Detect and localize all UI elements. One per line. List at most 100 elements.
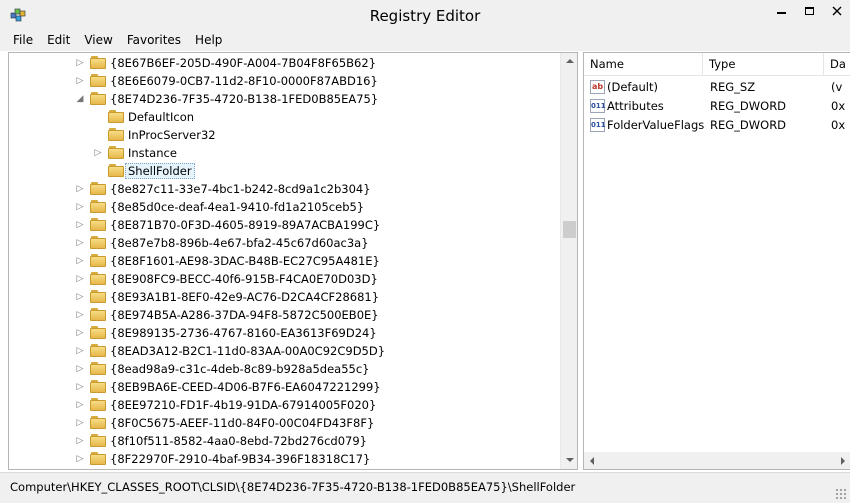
tree-item[interactable]: ▷ {8EB9BA6E-CEED-4D06-B7F6-EA6047221299} [9, 378, 560, 396]
expand-arrow-icon[interactable]: ▷ [75, 57, 85, 69]
window-title: Registry Editor [369, 7, 481, 25]
value-type: REG_SZ [710, 80, 756, 94]
folder-icon [108, 146, 124, 159]
tree-vertical-scrollbar[interactable] [560, 53, 577, 469]
tree-item-label: {8EAD3A12-B2C1-11d0-83AA-00A0C92C9D5D} [110, 344, 386, 358]
value-row[interactable]: 011 Attributes REG_DWORD 0x [584, 97, 850, 116]
status-bar: Computer\HKEY_CLASSES_ROOT\CLSID\{8E74D2… [0, 472, 850, 503]
tree-item-label: {8e827c11-33e7-4bc1-b242-8cd9a1c2b304} [110, 182, 371, 196]
tree-item[interactable]: ▷ {8E67B6EF-205D-490F-A004-7B04F8F65B62} [9, 54, 560, 72]
expand-arrow-icon[interactable]: ▷ [75, 237, 85, 249]
tree-item[interactable]: ▷ {8f10f511-8582-4aa0-8ebd-72bd276cd079} [9, 432, 560, 450]
value-name: Attributes [607, 99, 664, 113]
menu-edit[interactable]: Edit [40, 31, 77, 51]
tree-item-label: ShellFolder [125, 163, 195, 179]
list-horizontal-scrollbar[interactable] [584, 452, 850, 469]
tree-item[interactable]: ▷ {8E8F1601-AE98-3DAC-B48B-EC27C95A481E} [9, 252, 560, 270]
tree-item-label: {8EB9BA6E-CEED-4D06-B7F6-EA6047221299} [110, 380, 381, 394]
tree-item-label: {8f10f511-8582-4aa0-8ebd-72bd276cd079} [110, 434, 367, 448]
scroll-down-button[interactable] [561, 452, 577, 469]
collapse-arrow-icon[interactable]: ◢ [75, 93, 85, 105]
expand-arrow-icon[interactable]: ▷ [75, 219, 85, 231]
string-value-icon: ab [590, 80, 605, 94]
column-header-data[interactable]: Da [824, 53, 850, 76]
tree-item[interactable]: ▷ Instance [9, 144, 560, 162]
folder-icon [108, 128, 124, 141]
tree-item[interactable]: ▷ {8E871B70-0F3D-4605-8919-89A7ACBA199C} [9, 216, 560, 234]
title-bar: Registry Editor [0, 0, 850, 31]
tree-item[interactable]: ▷ {8E6E6079-0CB7-11d2-8F10-0000F87ABD16} [9, 72, 560, 90]
tree-item[interactable]: ShellFolder [9, 162, 560, 180]
expand-arrow-icon[interactable]: ▷ [75, 309, 85, 321]
close-button[interactable] [823, 0, 850, 22]
expand-arrow-icon[interactable]: ▷ [75, 291, 85, 303]
expand-arrow-icon[interactable]: ▷ [75, 345, 85, 357]
key-tree-pane: ▷ {8E67B6EF-205D-490F-A004-7B04F8F65B62} ▷… [8, 52, 578, 470]
scroll-up-icon [566, 59, 574, 63]
minimize-button[interactable] [767, 0, 795, 22]
tree-item[interactable]: InProcServer32 [9, 126, 560, 144]
tree-item[interactable]: ▷ {8ead98a9-c31c-4deb-8c89-b928a5dea55c} [9, 360, 560, 378]
dword-value-icon: 011 [590, 99, 606, 113]
tree-item[interactable]: ▷ {8F0C5675-AEEF-11d0-84F0-00C04FD43F8F} [9, 414, 560, 432]
scroll-left-icon [590, 457, 594, 465]
tree-item[interactable]: ◢ {8E74D236-7F35-4720-B138-1FED0B85EA75} [9, 90, 560, 108]
folder-icon [90, 416, 106, 429]
tree-item[interactable]: ▷ {8E93A1B1-8EF0-42e9-AC76-D2CA4CF28681} [9, 288, 560, 306]
resize-grip-icon[interactable] [835, 488, 847, 500]
expand-arrow-icon[interactable]: ▷ [75, 381, 85, 393]
folder-icon [90, 362, 106, 375]
column-header-name[interactable]: Name [584, 53, 703, 76]
tree-item[interactable]: DefaultIcon [9, 108, 560, 126]
menu-help[interactable]: Help [188, 31, 229, 51]
maximize-button[interactable] [795, 0, 823, 22]
value-type: REG_DWORD [710, 99, 787, 113]
expand-arrow-icon[interactable]: ▷ [75, 273, 85, 285]
values-list-pane: Name Type Da ab (Default) REG_SZ (v 011 Attri… [583, 52, 850, 470]
tree-item[interactable]: ▷ {8E989135-2736-4767-8160-EA3613F69D24} [9, 324, 560, 342]
column-header-type[interactable]: Type [703, 53, 824, 76]
tree-item[interactable]: ▷ {8e87e7b8-896b-4e67-bfa2-45c67d60ac3a} [9, 234, 560, 252]
menu-file[interactable]: File [6, 31, 40, 51]
maximize-icon [804, 7, 814, 15]
folder-icon [90, 74, 106, 87]
expand-arrow-icon[interactable]: ▷ [75, 417, 85, 429]
tree-item[interactable]: ▷ {8F22970F-2910-4baf-9B34-396F18318C17} [9, 450, 560, 468]
folder-icon [90, 326, 106, 339]
scroll-left-button[interactable] [584, 452, 601, 469]
tree-item[interactable]: ▷ {8e85d0ce-deaf-4ea1-9410-fd1a2105ceb5} [9, 198, 560, 216]
value-type: REG_DWORD [710, 118, 787, 132]
folder-icon [90, 452, 106, 465]
expand-arrow-icon[interactable]: ▷ [75, 363, 85, 375]
tree-item[interactable]: ▷ {8e827c11-33e7-4bc1-b242-8cd9a1c2b304} [9, 180, 560, 198]
value-row[interactable]: ab (Default) REG_SZ (v [584, 78, 850, 97]
scroll-right-button[interactable] [834, 452, 850, 469]
tree-item-label: {8E908FC9-BECC-40f6-915B-F4CA0E70D03D} [110, 272, 378, 286]
expand-arrow-icon[interactable]: ▷ [75, 75, 85, 87]
menu-bar: File Edit View Favorites Help [0, 31, 850, 51]
expand-arrow-icon[interactable]: ▷ [75, 201, 85, 213]
expand-arrow-icon[interactable]: ▷ [75, 183, 85, 195]
menu-view[interactable]: View [77, 31, 119, 51]
scroll-thumb[interactable] [563, 221, 576, 238]
expand-arrow-icon[interactable]: ▷ [75, 327, 85, 339]
tree-item[interactable]: ▷ {8EE97210-FD1F-4b19-91DA-67914005F020} [9, 396, 560, 414]
expand-arrow-icon[interactable]: ▷ [75, 399, 85, 411]
folder-icon [108, 110, 124, 123]
value-row[interactable]: 011 FolderValueFlags REG_DWORD 0x [584, 116, 850, 135]
folder-icon [90, 272, 106, 285]
expand-arrow-icon[interactable]: ▷ [75, 435, 85, 447]
expand-arrow-icon[interactable]: ▷ [93, 147, 103, 159]
scroll-up-button[interactable] [561, 53, 577, 70]
scroll-right-icon [841, 457, 845, 465]
tree-item[interactable]: ▷ {8E908FC9-BECC-40f6-915B-F4CA0E70D03D} [9, 270, 560, 288]
tree-item-label: {8E871B70-0F3D-4605-8919-89A7ACBA199C} [110, 218, 381, 232]
tree-item[interactable]: ▷ {8EAD3A12-B2C1-11d0-83AA-00A0C92C9D5D} [9, 342, 560, 360]
folder-icon [90, 398, 106, 411]
tree-item[interactable]: ▷ {8E974B5A-A286-37DA-94F8-5872C500EB0E} [9, 306, 560, 324]
tree-item-label: {8ead98a9-c31c-4deb-8c89-b928a5dea55c} [110, 362, 370, 376]
folder-icon [108, 164, 124, 177]
expand-arrow-icon[interactable]: ▷ [75, 255, 85, 267]
menu-favorites[interactable]: Favorites [120, 31, 188, 51]
expand-arrow-icon[interactable]: ▷ [75, 453, 85, 465]
